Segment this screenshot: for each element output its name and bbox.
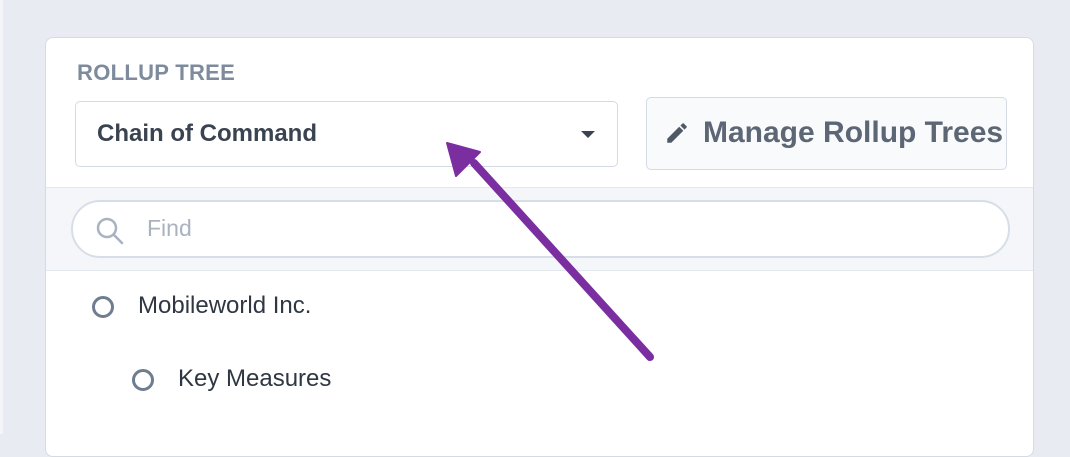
- window-edge: [0, 0, 3, 434]
- rollup-tree-select[interactable]: Chain of Command: [75, 101, 618, 167]
- search-placeholder: Find: [147, 215, 192, 241]
- manage-rollup-trees-button[interactable]: Manage Rollup Trees: [646, 97, 1007, 170]
- tree-item-label: Key Measures: [178, 365, 332, 392]
- selected-tree-value: Chain of Command: [97, 120, 317, 147]
- manage-button-label: Manage Rollup Trees: [703, 116, 1004, 149]
- radio-icon[interactable]: [132, 369, 154, 391]
- radio-icon[interactable]: [92, 296, 114, 318]
- pencil-icon: [667, 123, 687, 143]
- rollup-tree-panel: ROLLUP TREE Chain of Command Manage Roll…: [45, 37, 1034, 457]
- search-input[interactable]: Find: [71, 200, 1010, 258]
- caret-down-icon: [581, 131, 595, 138]
- search-bar: Find: [46, 187, 1033, 271]
- section-title: ROLLUP TREE: [77, 60, 236, 85]
- tree-item-label: Mobileworld Inc.: [138, 292, 312, 319]
- search-icon: [96, 217, 124, 245]
